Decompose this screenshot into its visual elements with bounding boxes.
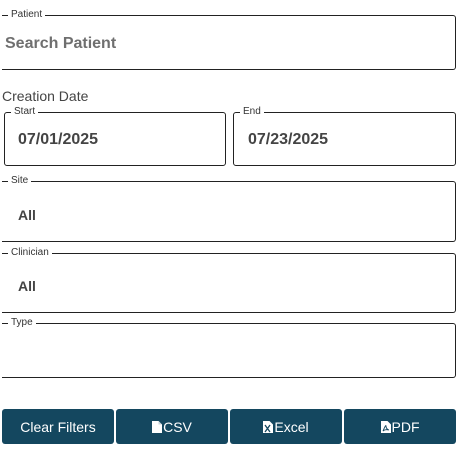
clinician-value[interactable]: All — [18, 278, 36, 294]
clear-filters-button[interactable]: Clear Filters — [2, 409, 114, 444]
csv-label: CSV — [163, 418, 192, 435]
clear-filters-label: Clear Filters — [20, 418, 96, 435]
creation-date-label: Creation Date — [2, 88, 89, 104]
site-value[interactable]: All — [18, 207, 36, 223]
patient-search-input[interactable]: Search Patient — [5, 35, 116, 53]
patient-legend: Patient — [11, 9, 43, 20]
excel-button[interactable]: Excel — [230, 409, 342, 444]
site-legend: Site — [11, 175, 29, 186]
pdf-file-icon — [380, 420, 391, 433]
pdf-label: PDF — [391, 418, 420, 435]
type-select[interactable]: Type — [2, 318, 456, 378]
csv-button[interactable]: CSV — [116, 409, 228, 444]
excel-label: Excel — [274, 418, 309, 435]
file-icon — [152, 420, 163, 433]
filter-panel: Patient Search Patient Creation Date Sta… — [0, 0, 462, 455]
site-select[interactable]: Site — [2, 176, 456, 242]
clinician-legend: Clinician — [11, 247, 49, 258]
type-legend: Type — [11, 317, 33, 328]
end-date-legend: End — [243, 106, 261, 117]
end-date-value[interactable]: 07/23/2025 — [248, 131, 328, 149]
pdf-button[interactable]: PDF — [344, 409, 456, 444]
excel-file-icon — [263, 420, 274, 433]
clinician-select[interactable]: Clinician — [2, 248, 456, 313]
start-date-legend: Start — [14, 106, 36, 117]
start-date-value[interactable]: 07/01/2025 — [18, 131, 98, 149]
